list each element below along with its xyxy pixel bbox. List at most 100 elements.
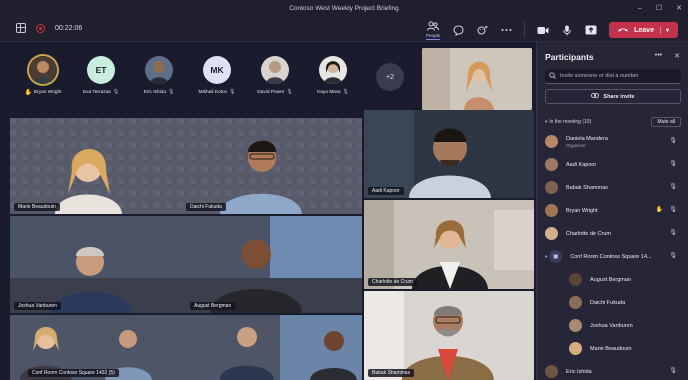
mic-icon: 🎙 [669, 184, 677, 190]
participant-row[interactable]: Joshua Vanburen [537, 314, 688, 337]
avatar [319, 56, 347, 84]
raised-hand-icon: ✋ [655, 207, 664, 213]
reactions-button[interactable] [476, 24, 488, 36]
share-tray-icon [585, 24, 597, 36]
participant-row[interactable]: Daichi Fukuda [537, 291, 688, 314]
avatar: MK [203, 56, 231, 84]
reactions-icon [476, 24, 488, 36]
participant-video-tile[interactable]: Aadi Kapoor [364, 110, 534, 198]
participant-list: Daniela Mandera Organizer 🎙 Aadi Kapoor … [537, 130, 688, 380]
participant-name: Daichi Fukuda [590, 299, 626, 306]
mic-icon: 🎙 [669, 253, 677, 259]
attendee-avatar[interactable]: MK Mikhail Kotov 🎙 [196, 56, 238, 96]
in-meeting-section: ▾ In the meeting (10) Mute all [545, 116, 681, 128]
avatar [545, 158, 558, 171]
participant-name: Aadi Kapoor [566, 161, 597, 168]
participant-row[interactable]: Daniela Mandera Organizer 🎙 [537, 130, 688, 153]
toolbar-divider [524, 22, 526, 38]
camera-button[interactable] [537, 24, 549, 36]
mic-button[interactable] [561, 24, 573, 36]
mic-icon: 🎙 [669, 161, 677, 167]
close-panel-icon[interactable]: ✕ [674, 52, 680, 60]
mic-icon: 🎙 [669, 207, 677, 213]
participant-name-tag: Daichi Fukuda [186, 203, 226, 211]
self-video-preview[interactable] [422, 48, 532, 110]
participant-row[interactable]: Babak Shammas 🎙 [537, 176, 688, 199]
mic-icon: 🎙 [669, 138, 677, 144]
chat-button[interactable] [452, 24, 464, 36]
mic-off-icon: 🎙 [342, 89, 349, 95]
layout-grid-icon[interactable] [16, 23, 26, 33]
section-header[interactable]: ▾ In the meeting (10) [545, 119, 591, 125]
mute-all-button[interactable]: Mute all [651, 117, 681, 127]
participant-row[interactable]: August Bergman [537, 268, 688, 291]
chevron-down-icon[interactable]: ▾ [659, 26, 669, 34]
mic-icon: 🎙 [669, 230, 677, 236]
minimize-icon[interactable]: – [638, 5, 642, 12]
attendee-avatar[interactable]: David Power 🎙 [254, 56, 296, 96]
mic-off-icon: 🎙 [229, 89, 236, 95]
attendee-avatar[interactable]: ET Eva Terrazas 🎙 [80, 56, 122, 96]
avatar [545, 204, 558, 217]
share-invite-button[interactable]: Share invite [545, 89, 681, 104]
attendee-name: Bryan Wright [33, 90, 62, 95]
link-icon [591, 93, 600, 100]
participant-name: Babak Shammas [566, 184, 608, 191]
room-row[interactable]: ▾ ▣ Conf Room Contoso Square 14... 🎙 [537, 245, 688, 268]
avatar [545, 135, 558, 148]
attendee-avatar[interactable]: ✋ Bryan Wright [22, 56, 64, 96]
participant-video-tile[interactable]: Charlotte de Crum [364, 200, 534, 289]
participant-name: August Bergman [590, 276, 631, 283]
attendee-strip: ✋ Bryan Wright ET Eva Terrazas 🎙 Eric Ish… [22, 56, 404, 96]
participant-row[interactable]: Bryan Wright ✋ 🎙 [537, 199, 688, 222]
participant-row[interactable]: Charlotte de Crum 🎙 [537, 222, 688, 245]
participant-video-tile[interactable]: Babak Shammas [364, 291, 534, 380]
avatar: ET [87, 56, 115, 84]
mic-icon: 🎙 [669, 368, 677, 374]
more-icon [500, 24, 512, 36]
participant-name-tag: Marie Beaudouin [14, 203, 60, 211]
close-icon[interactable]: ✕ [676, 4, 682, 12]
people-button[interactable]: People [426, 20, 441, 40]
mic-off-icon: 🎙 [112, 89, 120, 95]
participant-row[interactable]: Eric Ishida 🎙 [537, 360, 688, 380]
mic-off-icon: 🎙 [286, 89, 293, 95]
more-options-icon[interactable]: ••• [655, 52, 662, 60]
invite-input[interactable] [560, 73, 680, 79]
participant-row[interactable]: Aadi Kapoor 🎙 [537, 153, 688, 176]
leave-label: Leave [634, 26, 654, 34]
avatar [569, 273, 582, 286]
phone-icon [618, 27, 628, 34]
participant-row[interactable]: Marie Beaudouin [537, 337, 688, 360]
participant-name: Charlotte de Crum [566, 230, 611, 237]
maximize-icon[interactable]: ☐ [656, 4, 662, 12]
avatar [569, 342, 582, 355]
participant-name: Marie Beaudouin [590, 345, 632, 352]
leave-button[interactable]: Leave ▾ [609, 22, 678, 38]
room-icon: ▣ [549, 250, 563, 263]
avatar [545, 365, 558, 378]
room-video-tile[interactable]: Conf Room Contoso Square 1432 (5) [10, 315, 362, 380]
chevron-down-icon[interactable]: ▾ [545, 254, 547, 260]
camera-icon [537, 24, 549, 36]
attendee-name: Mikhail Kotov [198, 89, 228, 95]
participant-name: Eric Ishida [566, 368, 592, 375]
invite-search-box[interactable] [545, 69, 681, 84]
participant-name-tag: August Bergman [190, 302, 236, 310]
meeting-stage: ✋ Bryan Wright ET Eva Terrazas 🎙 Eric Ish… [8, 48, 534, 380]
attendee-avatar[interactable]: Eric Ishida 🎙 [138, 56, 180, 96]
more-button[interactable] [500, 24, 512, 36]
attendee-name: Eva Terrazas [82, 89, 111, 95]
window-titlebar: Contoso West Weekly Project Briefing – ☐… [0, 0, 688, 16]
share-tray-button[interactable] [585, 24, 597, 36]
mic-off-icon: 🎙 [168, 89, 175, 95]
participant-name-tag: Charlotte de Crum [368, 278, 417, 286]
room-video-tile[interactable]: Marie Beaudouin Daichi Fukuda [10, 118, 362, 214]
participant-name: Bryan Wright [566, 207, 598, 214]
more-attendees-button[interactable]: +2 [376, 63, 404, 91]
participant-name-tag: Aadi Kapoor [368, 187, 404, 195]
people-label: People [426, 33, 441, 38]
room-video-tile[interactable]: Joshua Vanburen August Bergman [10, 216, 362, 313]
record-icon [36, 23, 45, 33]
attendee-avatar[interactable]: Kayo Miwa 🎙 [312, 56, 354, 96]
